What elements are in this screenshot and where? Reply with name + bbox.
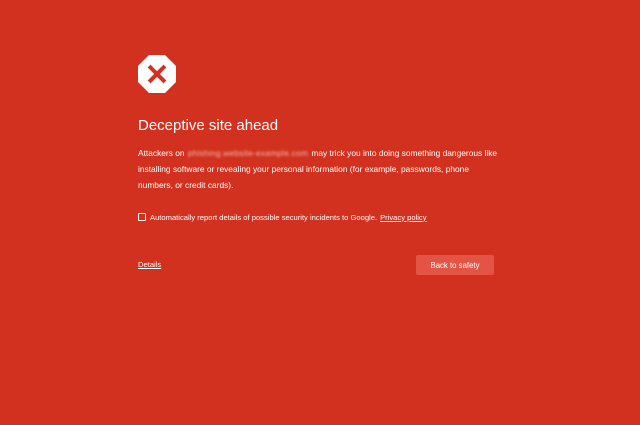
page-title: Deceptive site ahead <box>138 117 279 134</box>
back-to-safety-button[interactable]: Back to safety <box>416 255 494 275</box>
report-security-incidents-option: Automatically report details of possible… <box>138 211 427 223</box>
warning-message: Attackers on phishing.website-example.co… <box>138 145 498 193</box>
privacy-policy-link[interactable]: Privacy policy <box>380 213 426 222</box>
report-checkbox[interactable] <box>138 213 146 221</box>
close-x-octagon-icon <box>138 55 176 93</box>
deceptive-site-warning-icon <box>137 54 177 94</box>
warning-message-prefix: Attackers on <box>138 148 187 158</box>
report-checkbox-label: Automatically report details of possible… <box>150 212 378 222</box>
details-link[interactable]: Details <box>138 260 161 269</box>
blurred-site-url: phishing.website-example.com <box>187 148 309 158</box>
